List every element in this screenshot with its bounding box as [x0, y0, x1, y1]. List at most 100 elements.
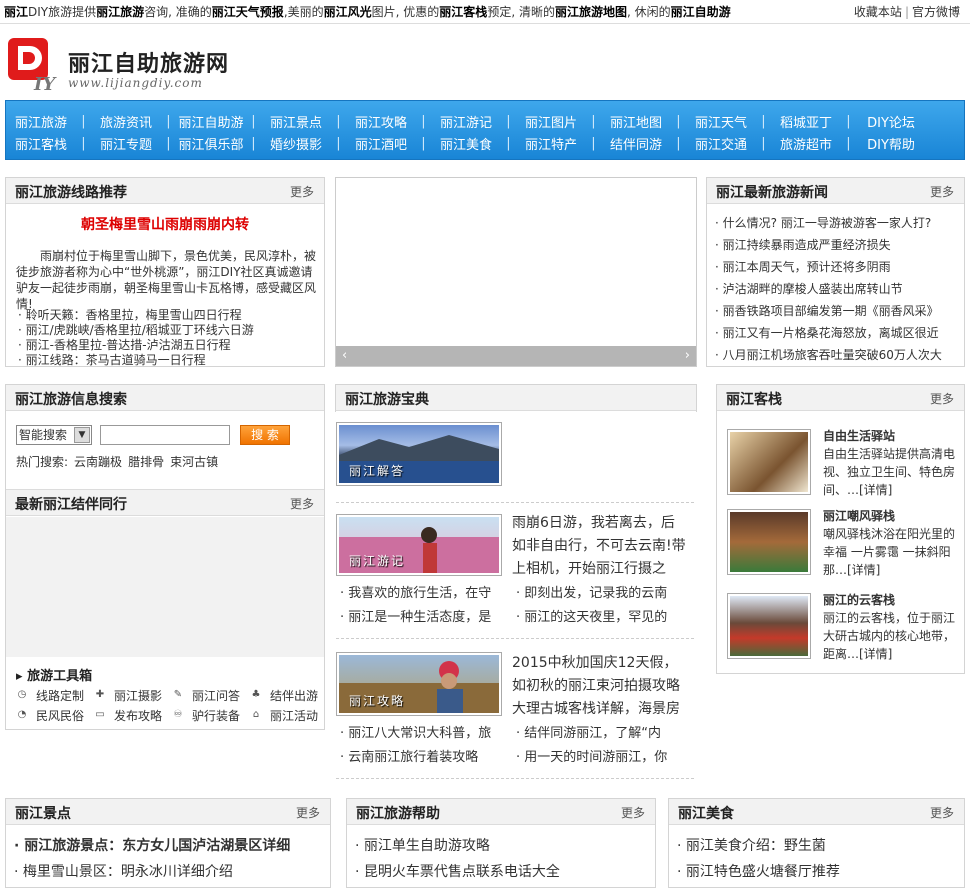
inn-name[interactable]: 丽江的云客栈: [823, 591, 895, 608]
nav-item-label[interactable]: 旅游资讯: [91, 112, 161, 131]
nav-item-label[interactable]: 丽江交通: [686, 134, 756, 153]
nav-item-label[interactable]: 丽江图片: [516, 112, 586, 131]
intro-keyword-link[interactable]: 丽江旅游: [96, 5, 144, 19]
nav-item-label[interactable]: 丽江客栈: [6, 134, 76, 153]
nav-item[interactable]: 丽江天气 |: [686, 112, 771, 131]
tool-item[interactable]: ◷ 线路定制: [16, 687, 94, 704]
inn-name[interactable]: 自由生活驿站: [823, 427, 895, 444]
tool-item[interactable]: ♣ 结伴出游: [250, 687, 326, 704]
list-item[interactable]: · 丽江单生自助游攻略: [355, 833, 560, 859]
tool-item[interactable]: ✚ 丽江摄影: [94, 687, 172, 704]
guide-travelogue-image[interactable]: 丽江游记: [336, 514, 502, 576]
inn-photo[interactable]: [727, 593, 811, 659]
more-link[interactable]: 更多: [296, 804, 320, 821]
nav-item[interactable]: 婚纱摄影 |: [261, 134, 346, 153]
guide-strategy-image[interactable]: 丽江攻略: [336, 652, 502, 716]
hot-search-link[interactable]: 云南蹦极: [74, 455, 122, 469]
nav-item[interactable]: 丽江专题 |: [91, 134, 176, 153]
news-item[interactable]: · 丽香铁路项目部编发第一期《丽香风采》: [715, 300, 942, 322]
nav-item-label[interactable]: 婚纱摄影: [261, 134, 331, 153]
nav-item[interactable]: 旅游资讯 |: [91, 112, 176, 131]
nav-item-label[interactable]: 丽江旅游: [6, 112, 76, 131]
guide-answers-image[interactable]: 丽江解答: [336, 422, 502, 486]
intro-keyword-link[interactable]: 丽江客栈: [439, 5, 487, 19]
news-item[interactable]: · 丽江持续暴雨造成严重经济损失: [715, 234, 942, 256]
nav-item-label[interactable]: 丽江美食: [431, 134, 501, 153]
nav-item[interactable]: 丽江特产 |: [516, 134, 601, 153]
more-link[interactable]: 更多: [930, 183, 954, 200]
nav-item-label[interactable]: 丽江特产: [516, 134, 586, 153]
strategy-link[interactable]: · 丽江八大常识大科普，旅: [340, 722, 505, 745]
nav-item-label[interactable]: DIY帮助: [856, 134, 926, 153]
inn-name[interactable]: 丽江嘲风驿栈: [823, 507, 895, 524]
nav-item-label[interactable]: 丽江攻略: [346, 112, 416, 131]
bookmark-link[interactable]: 收藏本站: [854, 5, 902, 19]
more-link[interactable]: 更多: [621, 804, 645, 821]
tool-item[interactable]: ⌂ 丽江活动: [250, 707, 326, 724]
nav-item[interactable]: 丽江图片 |: [516, 112, 601, 131]
nav-item[interactable]: 丽江游记 |: [431, 112, 516, 131]
travelogue-link[interactable]: · 即刻出发，记录我的云南: [516, 582, 688, 605]
intro-keyword-link[interactable]: 丽江旅游地图: [555, 5, 627, 19]
nav-item[interactable]: 丽江酒吧 |: [346, 134, 431, 153]
intro-keyword-link[interactable]: 丽江: [4, 5, 28, 19]
nav-item-label[interactable]: 丽江天气: [686, 112, 756, 131]
hot-search-link[interactable]: 腊排骨: [128, 455, 164, 469]
nav-item-label[interactable]: 结伴同游: [601, 134, 671, 153]
slider-next-button[interactable]: ›: [685, 348, 690, 363]
travelogue-link[interactable]: · 丽江是一种生活态度，是: [340, 606, 505, 629]
nav-item[interactable]: DIY帮助: [856, 134, 926, 153]
strategy-link[interactable]: · 云南丽江旅行着装攻略: [340, 746, 505, 769]
route-link[interactable]: · 丽江线路：茶马古道骑马一日行程: [18, 353, 254, 368]
nav-item-label[interactable]: 丽江景点: [261, 112, 331, 131]
nav-item[interactable]: 丽江地图 |: [601, 112, 686, 131]
inn-photo[interactable]: [727, 509, 811, 575]
nav-item-label[interactable]: 丽江自助游: [176, 112, 246, 131]
list-item[interactable]: · 丽江旅游景点：东方女儿国泸沽湖景区详细: [14, 833, 290, 859]
slider-prev-button[interactable]: ‹: [342, 348, 347, 363]
news-item[interactable]: · 丽江本周天气，预计还将多阴雨: [715, 256, 942, 278]
more-link[interactable]: 更多: [290, 183, 314, 200]
news-item[interactable]: · 什么情况? 丽江一导游被游客一家人打?: [715, 212, 942, 234]
route-link[interactable]: · 聆听天籁：香格里拉，梅里雪山四日行程: [18, 308, 254, 323]
nav-item[interactable]: 丽江景点 |: [261, 112, 346, 131]
tool-item[interactable]: ♾ 驴行装备: [172, 707, 250, 724]
nav-item[interactable]: 丽江美食 |: [431, 134, 516, 153]
weibo-link[interactable]: 官方微博: [912, 5, 960, 19]
list-item[interactable]: · 梅里雪山景区：明永冰川详细介绍: [14, 859, 290, 885]
search-type-select[interactable]: 智能搜索 ▼: [16, 425, 92, 445]
search-button[interactable]: 搜 索: [240, 425, 290, 445]
nav-item[interactable]: 丽江自助游 |: [176, 112, 261, 131]
tool-item[interactable]: ▭ 发布攻略: [94, 707, 172, 724]
nav-item[interactable]: 丽江客栈 |: [6, 134, 91, 153]
nav-item-label[interactable]: 丽江专题: [91, 134, 161, 153]
nav-item-label[interactable]: 丽江地图: [601, 112, 671, 131]
intro-keyword-link[interactable]: 丽江天气预报: [212, 5, 284, 19]
news-item[interactable]: · 泸沽湖畔的摩梭人盛装出席转山节: [715, 278, 942, 300]
nav-item-label[interactable]: 丽江游记: [431, 112, 501, 131]
inn-item[interactable]: 丽江的云客栈 丽江的云客栈，位于丽江大研古城内的核心地带，距离…[详情]: [727, 593, 957, 661]
inn-item[interactable]: 自由生活驿站 自由生活驿站提供高清电视、独立卫生间、特色房间、…[详情]: [727, 429, 957, 497]
nav-item[interactable]: 稻城亚丁 |: [771, 112, 856, 131]
nav-item-label[interactable]: DIY论坛: [856, 112, 926, 131]
tool-item[interactable]: ◔ 民风民俗: [16, 707, 94, 724]
intro-keyword-link[interactable]: 丽江风光: [324, 5, 372, 19]
nav-item-label[interactable]: 丽江俱乐部: [176, 134, 246, 153]
site-logo[interactable]: IY 丽江自助旅游网 www.lijiangdiy.com: [6, 36, 228, 94]
inn-photo[interactable]: [727, 429, 811, 495]
more-link[interactable]: 更多: [930, 804, 954, 821]
list-item[interactable]: · 昆明火车票代售点联系电话大全: [355, 859, 560, 885]
news-item[interactable]: · 丽江又有一片格桑花海怒放，离城区很近: [715, 322, 942, 344]
feature-route-title[interactable]: 朝圣梅里雪山雨崩雨崩内转: [6, 214, 324, 234]
nav-item-label[interactable]: 稻城亚丁: [771, 112, 841, 131]
list-item[interactable]: · 丽江特色盛火塘餐厅推荐: [677, 859, 840, 885]
nav-item-label[interactable]: 旅游超市: [771, 134, 841, 153]
travelogue-link[interactable]: · 丽江的这天夜里，罕见的: [516, 606, 688, 629]
news-item[interactable]: · 八月丽江机场旅客吞吐量突破60万人次大: [715, 344, 942, 366]
image-slider[interactable]: ‹ ›: [335, 177, 697, 367]
travelogue-link[interactable]: · 我喜欢的旅行生活，在守: [340, 582, 505, 605]
more-link[interactable]: 更多: [930, 390, 954, 407]
nav-item[interactable]: 丽江攻略 |: [346, 112, 431, 131]
nav-item-label[interactable]: 丽江酒吧: [346, 134, 416, 153]
nav-item[interactable]: 丽江俱乐部 |: [176, 134, 261, 153]
